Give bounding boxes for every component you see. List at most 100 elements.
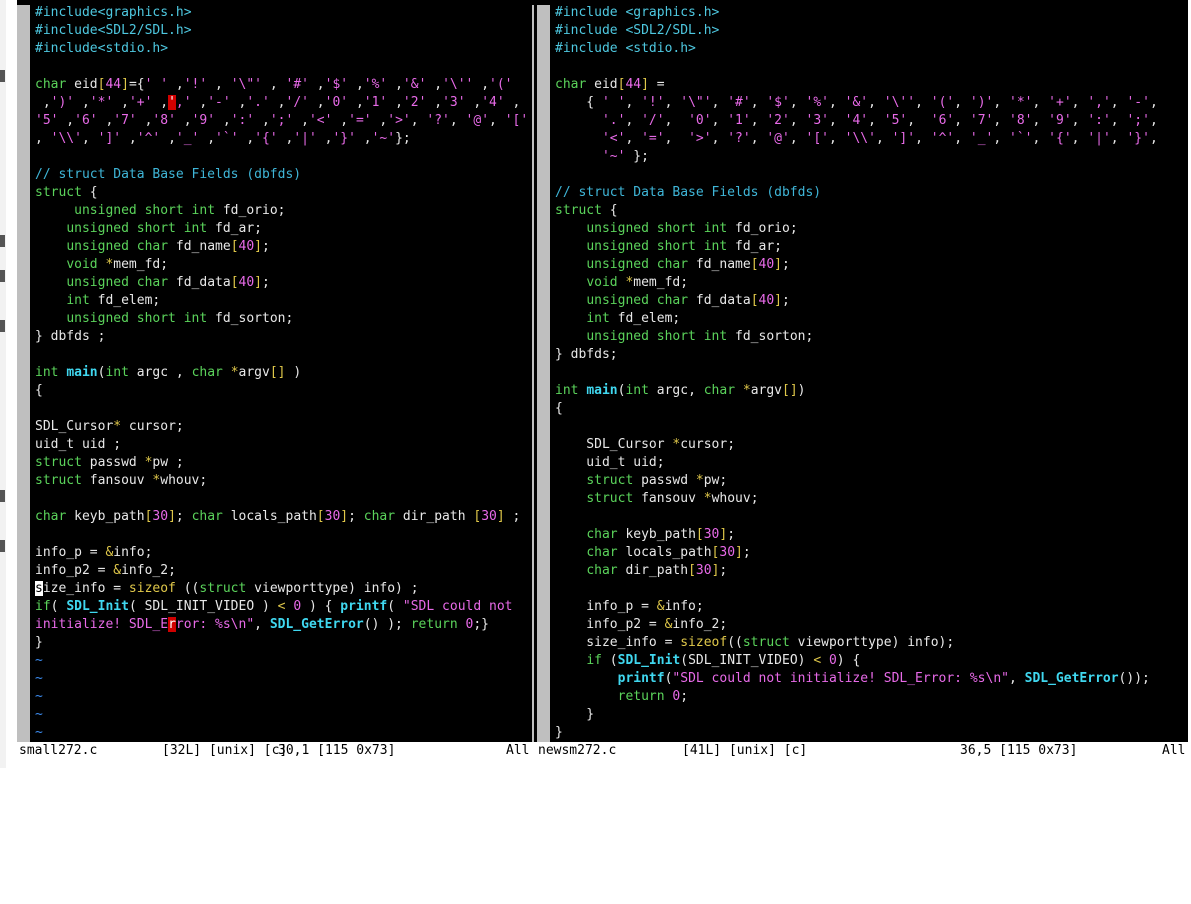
code-line[interactable] [555, 58, 1188, 76]
code-line[interactable]: info_p = &info; [35, 544, 530, 562]
code-line[interactable]: char eid[44] = [555, 76, 1188, 94]
code-line[interactable]: uid_t uid; [555, 454, 1188, 472]
code-line[interactable]: char locals_path[30]; [555, 544, 1188, 562]
code-line[interactable]: { ' ', '!', '\"', '#', '$', '%', '&', '\… [555, 94, 1188, 112]
code-line[interactable]: ,')' ,'*' ,'+' ,',' ,'-' ,'.' ,'/' ,'0' … [35, 94, 530, 112]
code-line[interactable]: void *mem_fd; [555, 274, 1188, 292]
code-line[interactable]: #include <stdio.h> [555, 40, 1188, 58]
code-line[interactable]: struct fansouv *whouv; [35, 472, 530, 490]
code-line[interactable]: uid_t uid ; [35, 436, 530, 454]
code-line[interactable]: info_p = &info; [555, 598, 1188, 616]
number-token: 30 [481, 509, 497, 524]
code-line[interactable]: { [35, 382, 530, 400]
code-line[interactable]: char keyb_path[30]; char locals_path[30]… [35, 508, 530, 526]
code-line[interactable]: unsigned char fd_data[40]; [555, 292, 1188, 310]
code-line[interactable]: int main(int argc , char *argv[] ) [35, 364, 530, 382]
right-scrollbar[interactable] [537, 5, 550, 742]
string-token: '%' [363, 77, 388, 92]
vertical-split-divider[interactable] [530, 0, 537, 742]
code-line[interactable]: unsigned char fd_name[40]; [555, 256, 1188, 274]
string-token: ':' [230, 113, 255, 128]
code-line[interactable]: struct { [35, 184, 530, 202]
code-line[interactable]: unsigned char fd_data[40]; [35, 274, 530, 292]
code-text: , [81, 131, 98, 146]
code-line[interactable]: #include<stdio.h> [35, 40, 530, 58]
code-line[interactable] [35, 148, 530, 166]
code-line[interactable] [555, 580, 1188, 598]
code-line[interactable] [35, 346, 530, 364]
code-line[interactable]: } dbfds; [555, 346, 1188, 364]
code-line[interactable]: } [35, 634, 530, 652]
code-line[interactable]: unsigned short int fd_orio; [555, 220, 1188, 238]
code-line[interactable]: info_p2 = &info_2; [35, 562, 530, 580]
code-line[interactable] [555, 364, 1188, 382]
code-line[interactable]: printf("SDL could not initialize! SDL_Er… [555, 670, 1188, 688]
code-line[interactable]: struct fansouv *whouv; [555, 490, 1188, 508]
left-editor-window[interactable]: #include<graphics.h> #include<SDL2/SDL.h>… [17, 0, 530, 742]
code-line[interactable]: } [555, 706, 1188, 724]
code-line[interactable]: ~ [35, 688, 530, 706]
code-line[interactable]: struct { [555, 202, 1188, 220]
code-line[interactable]: if( SDL_Init( SDL_INIT_VIDEO ) < 0 ) { p… [35, 598, 530, 616]
code-line[interactable] [555, 418, 1188, 436]
code-line[interactable]: SDL_Cursor *cursor; [555, 436, 1188, 454]
code-line[interactable] [555, 166, 1188, 184]
code-line[interactable] [35, 58, 530, 76]
code-line[interactable]: int main(int argc, char *argv[]) [555, 382, 1188, 400]
code-line[interactable]: unsigned short int fd_ar; [35, 220, 530, 238]
code-line[interactable]: struct passwd *pw; [555, 472, 1188, 490]
code-line[interactable]: unsigned short int fd_sorton; [35, 310, 530, 328]
code-line[interactable]: #include <SDL2/SDL.h> [555, 22, 1188, 40]
code-line[interactable]: { [555, 400, 1188, 418]
code-line[interactable]: char dir_path[30]; [555, 562, 1188, 580]
code-line[interactable]: } dbfds ; [35, 328, 530, 346]
code-line[interactable]: #include<graphics.h> [35, 4, 530, 22]
code-line[interactable] [35, 490, 530, 508]
code-line[interactable]: size_info = sizeof((struct viewporttype)… [555, 634, 1188, 652]
code-line[interactable] [35, 526, 530, 544]
code-text: , [238, 131, 255, 146]
code-line[interactable]: } [555, 724, 1188, 742]
code-line[interactable]: info_p2 = &info_2; [555, 616, 1188, 634]
operator-token: [ [695, 527, 704, 542]
nontext-tilde: ~ [35, 725, 43, 740]
code-line[interactable]: , '\\', ']' ,'^' ,'_' ,'`' ,'{' ,'|' ,'}… [35, 130, 530, 148]
code-line[interactable]: '5' ,'6' ,'7' ,'8' ,'9' ,':' ,';' ,'<' ,… [35, 112, 530, 130]
code-text: , [664, 113, 689, 128]
left-code-area[interactable]: #include<graphics.h> #include<SDL2/SDL.h>… [35, 4, 530, 742]
right-code-area[interactable]: #include <graphics.h> #include <SDL2/SDL.… [555, 4, 1188, 742]
code-line[interactable]: ~ [35, 706, 530, 724]
code-line[interactable]: #include <graphics.h> [555, 4, 1188, 22]
code-line[interactable]: // struct Data Base Fields (dbfds) [35, 166, 530, 184]
code-line[interactable]: SDL_Cursor* cursor; [35, 418, 530, 436]
code-line[interactable]: unsigned short int fd_ar; [555, 238, 1188, 256]
code-line[interactable]: if (SDL_Init(SDL_INIT_VIDEO) < 0) { [555, 652, 1188, 670]
code-line[interactable]: unsigned short int fd_sorton; [555, 328, 1188, 346]
code-line[interactable]: size_info = sizeof ((struct viewporttype… [35, 580, 530, 598]
code-line[interactable]: return 0; [555, 688, 1188, 706]
code-line[interactable] [555, 508, 1188, 526]
code-line[interactable]: '<', '=', '>', '?', '@', '[', '\\', ']',… [555, 130, 1188, 148]
code-line[interactable]: char keyb_path[30]; [555, 526, 1188, 544]
code-line[interactable]: '~' }; [555, 148, 1188, 166]
code-line[interactable]: initialize! SDL_Error: %s\n", SDL_GetErr… [35, 616, 530, 634]
right-editor-window[interactable]: #include <graphics.h> #include <SDL2/SDL.… [537, 0, 1188, 742]
left-scrollbar[interactable] [17, 5, 30, 742]
string-token: '+' [1048, 95, 1072, 110]
code-line[interactable]: void *mem_fd; [35, 256, 530, 274]
code-line[interactable]: ~ [35, 724, 530, 742]
code-line[interactable]: char eid[44]={' ' ,'!' , '\"' , '#' ,'$'… [35, 76, 530, 94]
code-text: , [868, 113, 884, 128]
code-line[interactable]: int fd_elem; [35, 292, 530, 310]
code-text: passwd [81, 455, 145, 470]
code-line[interactable]: struct passwd *pw ; [35, 454, 530, 472]
code-line[interactable]: ~ [35, 652, 530, 670]
code-line[interactable]: #include<SDL2/SDL.h> [35, 22, 530, 40]
code-line[interactable]: unsigned short int fd_orio; [35, 202, 530, 220]
code-line[interactable]: int fd_elem; [555, 310, 1188, 328]
code-line[interactable]: unsigned char fd_name[40]; [35, 238, 530, 256]
code-line[interactable]: // struct Data Base Fields (dbfds) [555, 184, 1188, 202]
code-line[interactable] [35, 400, 530, 418]
code-line[interactable]: ~ [35, 670, 530, 688]
code-line[interactable]: '.', '/', '0', '1', '2', '3', '4', '5', … [555, 112, 1188, 130]
